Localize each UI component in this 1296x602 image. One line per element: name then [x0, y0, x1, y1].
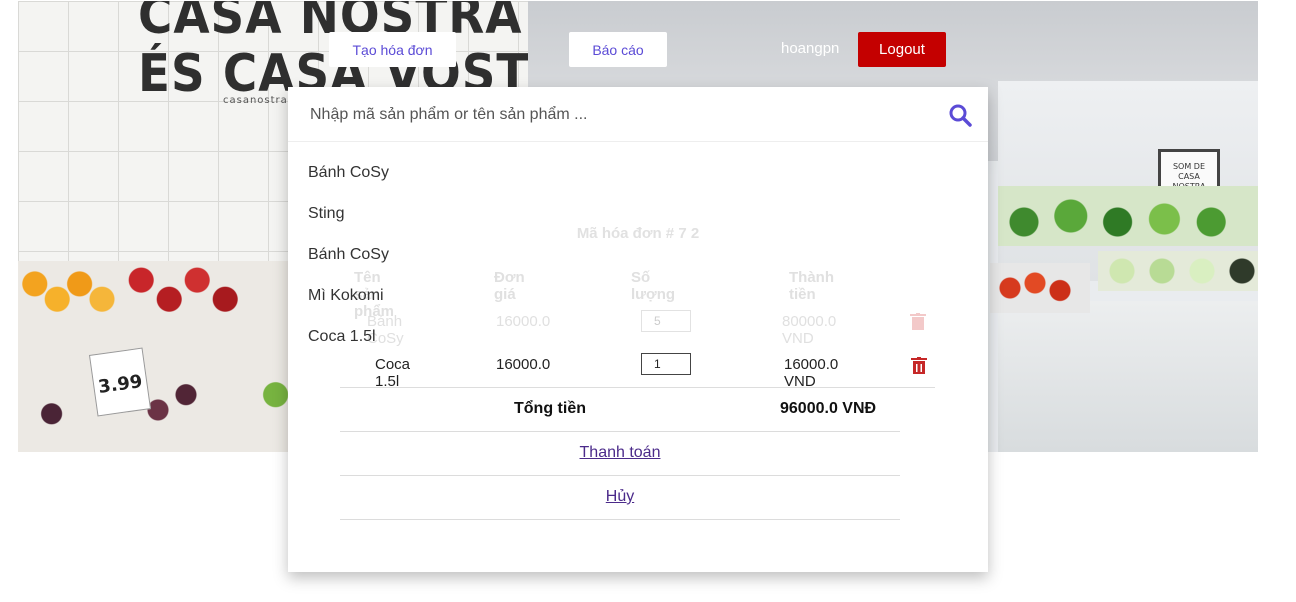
- total-value: 96000.0 VNĐ: [780, 400, 877, 417]
- suggestion-item[interactable]: Mì Kokomi: [308, 282, 389, 323]
- logout-button[interactable]: Logout: [858, 32, 946, 67]
- cancel-link[interactable]: Hủy: [340, 488, 900, 506]
- pay-link[interactable]: Thanh toán: [340, 444, 900, 462]
- divider: [340, 519, 900, 520]
- trash-icon[interactable]: [911, 357, 927, 375]
- header-quantity: Số lượng: [631, 269, 676, 303]
- row-unit-price: 16000.0: [496, 313, 551, 330]
- row-line-total: 80000.0 VND: [782, 313, 837, 347]
- suggestion-item[interactable]: Coca 1.5l: [308, 323, 389, 364]
- suggestion-list: Bánh CoSy Sting Bánh CoSy Mì Kokomi Coca…: [308, 159, 389, 364]
- invoice-title: Mã hóa đơn # 7 2: [576, 225, 700, 242]
- lettuce-display: [1098, 251, 1258, 291]
- row-unit-price: 16000.0: [496, 356, 551, 373]
- divider: [340, 431, 900, 432]
- header-unit-price: Đơn giá: [494, 269, 525, 303]
- create-invoice-button[interactable]: Tạo hóa đơn: [329, 32, 456, 67]
- search-input[interactable]: [308, 97, 932, 133]
- price-tag: 3.99: [88, 347, 152, 417]
- trash-icon[interactable]: [910, 313, 926, 331]
- header-line-total: Thành tiền: [789, 269, 834, 303]
- suggestion-item[interactable]: Bánh CoSy: [308, 241, 389, 282]
- vegetable-shelf: [998, 186, 1258, 246]
- search-icon[interactable]: [948, 103, 972, 127]
- divider: [340, 475, 900, 476]
- tomato-bin: [990, 263, 1090, 313]
- row-line-total: 16000.0 VND: [784, 356, 839, 390]
- suggestion-item[interactable]: Sting: [308, 200, 389, 241]
- fruit-display: [18, 261, 298, 452]
- quantity-input[interactable]: 5: [641, 310, 691, 332]
- username: hoangpn: [781, 40, 840, 57]
- report-button[interactable]: Báo cáo: [569, 32, 667, 67]
- quantity-input[interactable]: 1: [641, 353, 691, 375]
- row-divider: [340, 387, 935, 388]
- suggestion-item[interactable]: Bánh CoSy: [308, 159, 389, 200]
- total-label: Tổng tiền: [514, 400, 586, 417]
- search-bar: [288, 87, 988, 142]
- invoice-panel: Mã hóa đơn # 7 2 Tên sản phẩm Đơn giá Số…: [288, 87, 988, 572]
- store-floor: [998, 301, 1258, 452]
- brand-small: casanostra: [223, 95, 288, 106]
